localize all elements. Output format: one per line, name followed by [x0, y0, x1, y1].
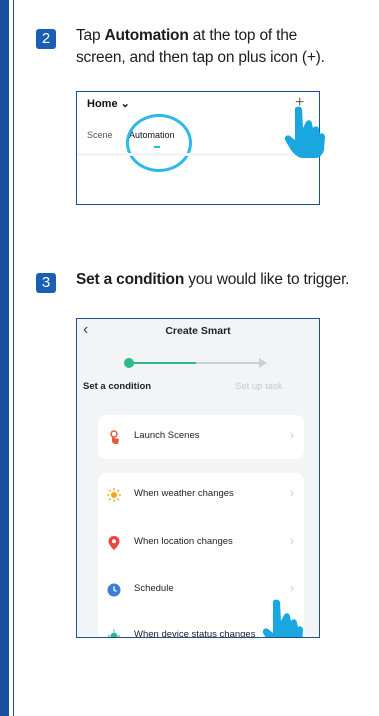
- create-smart-screen: ‹ Create Smart Set a condition Set up ta…: [76, 318, 320, 638]
- list-item-label: When device status changes: [134, 629, 256, 638]
- list-item-label: When location changes: [134, 536, 233, 547]
- step-3-line: Set a condition you would like to trigge…: [76, 271, 350, 288]
- highlight-circle: [126, 114, 192, 172]
- chevron-right-icon: ›: [290, 581, 294, 595]
- scenes-card: Launch Scenes ›: [98, 415, 304, 459]
- pointing-hand-icon: [285, 106, 325, 158]
- chevron-right-icon: ›: [290, 428, 294, 442]
- list-item-location[interactable]: When location changes ›: [98, 521, 304, 565]
- progress-fill: [128, 362, 196, 364]
- screen-title: Create Smart: [165, 325, 231, 337]
- home-dropdown[interactable]: Home ⌄: [87, 97, 130, 110]
- tab-scene[interactable]: Scene: [87, 130, 113, 140]
- clock-icon: [107, 583, 121, 597]
- chevron-right-icon: ›: [290, 486, 294, 500]
- list-item-label: Launch Scenes: [134, 430, 200, 441]
- hand-tap-icon: [110, 430, 119, 444]
- list-item-label: When weather changes: [134, 488, 234, 499]
- step-2-line-2: screen, and then tap on plus icon (+).: [76, 49, 325, 66]
- step-2-line-1: Tap Automation at the top of the: [76, 27, 298, 44]
- location-pin-icon: [108, 536, 120, 550]
- automation-screen: Home ⌄ + Scene Automation ··: [76, 91, 325, 205]
- step-3-badge: 3: [36, 273, 56, 293]
- label-set-up-task: Set up task: [235, 381, 283, 392]
- page-side-bar: [0, 0, 9, 716]
- step-2-badge: 2: [36, 29, 56, 49]
- list-item-weather[interactable]: When weather changes ›: [98, 473, 304, 517]
- divider: [77, 153, 319, 156]
- page-side-line: [13, 0, 14, 716]
- progress-arrow-icon: [259, 358, 267, 368]
- device-icon: [108, 629, 120, 637]
- chevron-right-icon: ›: [290, 534, 294, 548]
- sun-icon: [107, 488, 121, 502]
- pointing-hand-icon: [262, 599, 303, 637]
- list-item-launch-scenes[interactable]: Launch Scenes ›: [98, 415, 304, 459]
- progress-dot: [124, 358, 134, 368]
- list-item-label: Schedule: [134, 583, 174, 594]
- label-set-condition: Set a condition: [83, 381, 152, 392]
